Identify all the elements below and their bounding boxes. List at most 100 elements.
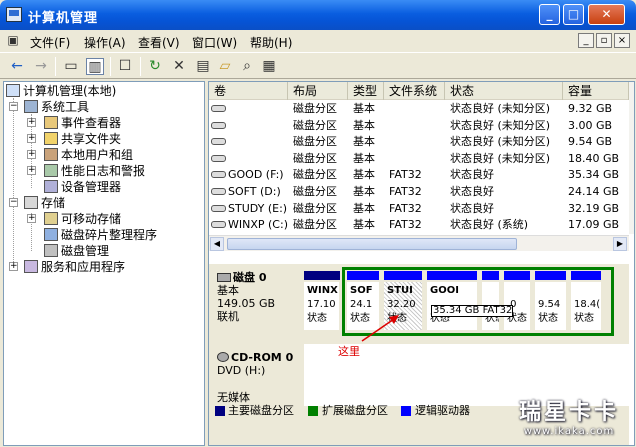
volume-row[interactable]: SOFT (D:) 磁盘分区 基本 FAT32 状态良好 24.14 GB [209,184,629,200]
menu-window[interactable]: 窗口(W) [192,34,237,51]
expand-toggle[interactable]: + [27,134,36,143]
tree-node-system-tools[interactable]: 系统工具 [24,99,89,115]
partition-size: 18.4( [574,299,601,310]
menu-view[interactable]: 查看(V) [138,34,180,51]
disk-management-icon [44,244,58,257]
up-folder-icon[interactable]: ▭ [62,58,80,75]
minimize-button[interactable]: _ [539,4,560,25]
disk-management-pane: 卷 布局 类型 文件系统 状态 容量 磁盘分区 基本 状态良好 (未知分区) 9.32… [208,81,635,446]
volume-status: 状态良好 (未知分区) [450,102,551,115]
menu-bar: ▣ 文件(F) 操作(A) 查看(V) 窗口(W) 帮助(H) [0,30,636,52]
scroll-left-button[interactable]: ◀ [210,237,224,251]
volume-capacity: 24.14 GB [568,185,620,198]
child-close-button[interactable]: × [614,33,630,48]
volume-layout: 磁盘分区 [293,185,337,198]
volume-name [211,151,228,167]
volume-capacity: 9.32 GB [568,102,613,115]
volume-name: GOOD (F:) [211,167,284,183]
scroll-right-button[interactable]: ▶ [613,237,627,251]
volume-row[interactable]: GOOD (F:) 磁盘分区 基本 FAT32 状态良好 35.34 GB [209,167,629,183]
volume-status: 状态良好 (未知分区) [450,151,551,165]
column-capacity[interactable]: 容量 [563,82,629,100]
tree-node-disk-management[interactable]: 磁盘管理 [44,243,109,259]
mmc-console-icon[interactable]: ▣ [4,32,22,49]
toolbar: ← → ▭ ▥ ☐ ↻ ✕ ▤ ▱ ⌕ ▦ [0,52,636,79]
column-volume[interactable]: 卷 [209,82,288,100]
child-restore-button[interactable]: ▫ [596,33,612,48]
title-bar[interactable]: 计算机管理 _ □ ✕ [0,0,636,30]
volume-row[interactable]: 磁盘分区 基本 状态良好 (未知分区) 9.54 GB [209,134,629,150]
volume-row[interactable]: 磁盘分区 基本 状态良好 (未知分区) 3.00 GB [209,118,629,134]
horizontal-scrollbar[interactable]: ◀ ▶ [209,235,629,251]
volume-name: WINXP (C:) [211,217,288,233]
tree-node-root[interactable]: 计算机管理(本地) [6,83,116,99]
refresh-icon[interactable]: ↻ [146,58,164,75]
menu-help[interactable]: 帮助(H) [250,34,292,51]
extended-swatch [308,406,318,416]
volume-row[interactable]: WINXP (C:) 磁盘分区 基本 FAT32 状态良好 (系统) 17.09 GB [209,217,629,233]
collapse-toggle[interactable]: − [9,102,18,111]
volume-row[interactable]: 磁盘分区 基本 状态良好 (未知分区) 9.32 GB [209,101,629,117]
drive-icon [211,204,226,212]
column-type[interactable]: 类型 [348,82,384,100]
volume-layout: 磁盘分区 [293,118,337,132]
tree-node-services[interactable]: 服务和应用程序 [24,259,125,275]
expand-toggle[interactable]: + [27,150,36,159]
removable-storage-icon [44,212,58,225]
storage-icon [24,196,38,209]
tree-node-event-viewer[interactable]: 事件查看器 [44,115,121,131]
annotation-label: 这里 [338,345,360,358]
volume-name [211,134,228,150]
tree-node-device-manager[interactable]: 设备管理器 [44,179,121,195]
partition-size: 24.1 [350,299,373,310]
tree-node-storage[interactable]: 存储 [24,195,65,211]
expand-toggle[interactable]: + [27,214,36,223]
child-minimize-button[interactable]: _ [578,33,594,48]
expand-toggle[interactable]: + [27,166,36,175]
shared-folder-icon [44,132,58,145]
tree-node-defrag[interactable]: 磁盘碎片整理程序 [44,227,157,243]
cdrom0-label[interactable]: CD-ROM 0 DVD (H:) 无媒体 [210,344,303,406]
drive-icon [211,138,226,146]
services-icon [24,260,38,273]
search-icon[interactable]: ⌕ [238,58,256,75]
column-filesystem[interactable]: 文件系统 [384,82,445,100]
vertical-scrollbar[interactable] [629,82,634,234]
properties-page-icon[interactable]: ▤ [194,58,212,75]
primary-partition[interactable]: WINX 17.10 状态 [304,282,339,330]
tree-node-perf-logs[interactable]: 性能日志和警报 [44,163,145,179]
volume-row[interactable]: STUDY (E:) 磁盘分区 基本 FAT32 状态良好 32.19 GB [209,201,629,217]
tree-node-shared-folders[interactable]: 共享文件夹 [44,131,121,147]
column-status[interactable]: 状态 [445,82,563,100]
tree-node-local-users[interactable]: 本地用户和组 [44,147,133,163]
menu-file[interactable]: 文件(F) [30,34,70,51]
scroll-thumb[interactable] [227,238,517,250]
volume-capacity: 35.34 GB [568,168,620,182]
volume-type: 基本 [353,168,375,182]
logical-drive[interactable]: 9.54 状态 [535,282,566,330]
maximize-button[interactable]: □ [563,4,584,25]
volume-row[interactable]: 磁盘分区 基本 状态良好 (未知分区) 18.40 GB [209,151,629,167]
logical-drive[interactable]: STUI 32.20 状态 [384,282,422,330]
column-layout[interactable]: 布局 [288,82,348,100]
back-arrow-icon[interactable]: ← [8,58,26,75]
show-tree-icon[interactable]: ▥ [86,58,104,75]
delete-icon[interactable]: ✕ [170,58,188,75]
logical-drive[interactable]: 18.4(状态 [571,282,601,330]
window-icon[interactable]: ▦ [260,58,278,75]
volume-capacity: 3.00 GB [568,118,613,132]
close-button[interactable]: ✕ [588,4,625,25]
tree-node-removable-storage[interactable]: 可移动存储 [44,211,121,227]
partition-name: SOF [350,285,373,296]
collapse-toggle[interactable]: − [9,198,18,207]
open-folder-icon[interactable]: ▱ [216,58,234,75]
logical-drive[interactable]: SOF 24.1 状态 [347,282,379,330]
volume-filesystem: FAT32 [389,185,422,198]
volume-filesystem: FAT32 [389,168,422,182]
event-viewer-icon [44,116,58,129]
menu-action[interactable]: 操作(A) [84,34,126,51]
expand-toggle[interactable]: + [9,262,18,271]
forward-arrow-icon[interactable]: → [32,58,50,75]
properties-icon[interactable]: ☐ [116,58,134,75]
expand-toggle[interactable]: + [27,118,36,127]
